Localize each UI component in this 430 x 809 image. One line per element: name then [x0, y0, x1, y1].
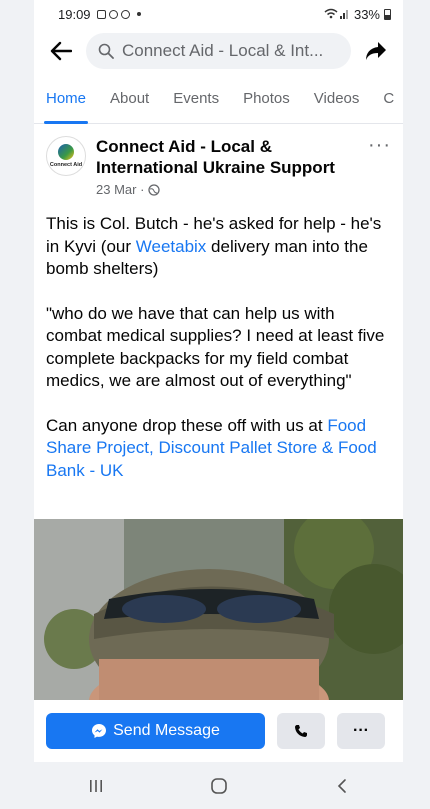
tab-videos[interactable]: Videos	[314, 90, 360, 107]
page-tabs: Home About Events Photos Videos C	[34, 74, 403, 124]
post-video[interactable]	[34, 519, 403, 701]
wifi-signal-icon	[324, 8, 348, 19]
post-body: This is Col. Butch - he's asked for help…	[34, 197, 403, 482]
nav-back-icon	[337, 778, 346, 793]
home-circle-icon	[210, 777, 227, 794]
globe-logo-icon	[58, 144, 74, 160]
post-paragraph-3: Can anyone drop these off with us at Foo…	[46, 415, 391, 483]
notification-icons	[96, 9, 141, 19]
post-header: Connect Aid Connect Aid - Local & Intern…	[34, 124, 403, 197]
recent-apps-button[interactable]	[76, 771, 116, 801]
top-bar: Connect Aid - Local & Int...	[34, 28, 403, 74]
post-date-text: 23 Mar ·	[96, 182, 145, 197]
status-time: 19:09	[58, 6, 91, 22]
android-nav-bar	[34, 762, 403, 809]
search-text: Connect Aid - Local & Int...	[122, 41, 324, 60]
tab-community[interactable]: C	[383, 90, 394, 107]
gallery-icon	[96, 9, 106, 19]
search-icon	[98, 43, 114, 59]
send-message-button[interactable]: Send Message	[46, 713, 265, 749]
send-message-label: Send Message	[113, 722, 220, 739]
video-thumbnail-image	[34, 519, 403, 701]
tab-about[interactable]: About	[110, 90, 149, 107]
post-meta: Connect Aid - Local & International Ukra…	[96, 136, 358, 197]
tab-events[interactable]: Events	[173, 90, 219, 107]
call-button[interactable]	[277, 713, 325, 749]
phone-screen: 19:09 33% Connect Aid - Local & Int... H…	[34, 0, 403, 809]
more-notifications-icon	[136, 12, 141, 16]
globe-privacy-icon	[148, 183, 161, 196]
more-actions-button[interactable]: ···	[337, 713, 385, 749]
recent-apps-icon	[89, 779, 102, 792]
messenger-notif-icon-2	[120, 9, 130, 19]
nav-back-button[interactable]	[322, 771, 362, 801]
share-icon	[366, 42, 386, 60]
share-button[interactable]	[359, 34, 393, 68]
battery-percent: 33%	[353, 6, 380, 22]
post-paragraph-2: "who do we have that can help us with co…	[46, 303, 385, 391]
search-input[interactable]: Connect Aid - Local & Int...	[86, 33, 351, 69]
home-nav-button[interactable]	[199, 771, 239, 801]
action-bar: Send Message ···	[34, 700, 403, 762]
tab-photos[interactable]: Photos	[243, 90, 290, 107]
page-name-link[interactable]: Connect Aid - Local & International Ukra…	[96, 136, 358, 178]
page-avatar[interactable]: Connect Aid	[46, 136, 86, 176]
post-timestamp[interactable]: 23 Mar ·	[96, 182, 358, 197]
tab-home[interactable]: Home	[43, 74, 89, 124]
post-paragraph-1: This is Col. Butch - he's asked for help…	[46, 213, 391, 281]
status-bar: 19:09 33%	[34, 0, 403, 28]
back-button[interactable]	[44, 34, 78, 68]
messenger-icon	[92, 724, 107, 738]
battery-icon	[384, 8, 391, 20]
post-more-button[interactable]: ···	[368, 135, 391, 197]
back-arrow-icon	[50, 41, 72, 61]
avatar-brand-label: Connect Aid	[49, 162, 83, 168]
messenger-notif-icon	[108, 9, 118, 19]
phone-icon	[295, 725, 307, 737]
post-text: Can anyone drop these off with us at	[46, 415, 328, 435]
mention-link-weetabix[interactable]: Weetabix	[136, 237, 207, 256]
